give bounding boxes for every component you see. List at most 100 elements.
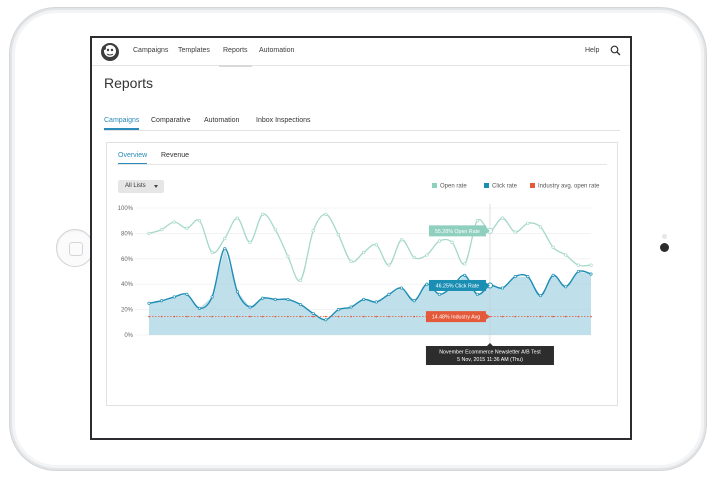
nav-automation[interactable]: Automation (259, 47, 294, 54)
click-rate-point (286, 297, 290, 301)
open-rate-point (210, 250, 214, 255)
mailchimp-logo-icon[interactable] (100, 42, 120, 62)
click-rate-point (551, 273, 555, 277)
sensor-icon (662, 234, 667, 239)
open-rate-point (223, 236, 227, 241)
open-rate-point (362, 250, 366, 255)
report-card: Overview Revenue All Lists Open rate Cli… (106, 142, 618, 406)
campaign-tooltip-pointer (486, 343, 493, 346)
tab-inbox-inspections[interactable]: Inbox Inspections (256, 117, 310, 124)
click-rate-point (324, 318, 328, 322)
click-rate-point (526, 275, 530, 279)
open-rate-point (336, 233, 341, 237)
industry-avg-point (388, 315, 390, 318)
industry-avg-point (160, 315, 163, 318)
industry-avg-point (287, 315, 289, 318)
click-rate-area (149, 248, 591, 335)
camera-icon (660, 243, 669, 252)
industry-avg-point (236, 315, 239, 318)
click-rate-point (197, 306, 202, 310)
industry-avg-point (198, 315, 201, 318)
click-rate-point (311, 311, 315, 315)
click-rate-point (538, 294, 543, 298)
click-rate-point (412, 299, 416, 303)
open-rate-point (349, 259, 353, 263)
click-rate-point (425, 282, 429, 286)
y-tick-label: 20% (121, 308, 134, 314)
search-icon[interactable] (610, 45, 621, 56)
nav-templates[interactable]: Templates (178, 47, 210, 54)
industry-avg-point (186, 315, 188, 318)
click-rate-point (185, 292, 189, 296)
click-rate-point (349, 305, 353, 309)
open-rate-point (589, 263, 593, 267)
click-rate-point (437, 292, 442, 296)
tab-automation[interactable]: Automation (204, 117, 239, 124)
campaign-name-text: November Ecommerce Newsletter A/B Test (439, 350, 541, 356)
click-rate-point (223, 247, 227, 251)
tab-comparative[interactable]: Comparative (151, 117, 191, 124)
click-rate-point (362, 297, 366, 301)
nav-reports[interactable]: Reports (219, 47, 251, 67)
industry-avg-point (552, 315, 554, 318)
open-rate-point (425, 253, 429, 257)
industry-avg-point (413, 315, 416, 318)
click-rate-point (248, 305, 252, 309)
report-tabs: Campaigns Comparative Automation Inbox I… (104, 117, 620, 131)
page-title: Reports (104, 75, 154, 91)
help-link[interactable]: Help (585, 47, 599, 54)
reports-line-chart: 100% 80% 60% 40% 20% 0% 55.28% Open Rate 46.25%… (118, 204, 593, 365)
open-rate-point (450, 240, 454, 244)
industry-avg-point (325, 315, 327, 318)
click-rate-point (589, 272, 593, 276)
click-rate-tooltip-text: 46.25% Click Rate (436, 283, 480, 289)
open-rate-point (500, 216, 505, 220)
click-rate-point (210, 295, 214, 299)
industry-avg-point (590, 315, 592, 318)
open-rate-point (298, 278, 303, 283)
y-tick-label: 80% (121, 231, 134, 237)
industry-avg-point (501, 315, 504, 318)
click-rate-point (564, 285, 568, 289)
open-rate-point (147, 231, 151, 236)
industry-avg-point (274, 315, 277, 318)
y-tick-label: 40% (121, 282, 134, 288)
industry-avg-point (564, 315, 567, 318)
nav-campaigns[interactable]: Campaigns (133, 47, 168, 54)
open-rate-point (286, 254, 290, 258)
open-rate-point (463, 262, 467, 266)
open-rate-point (374, 243, 378, 247)
open-rate-point (475, 219, 479, 223)
click-rate-point (513, 275, 517, 279)
click-rate-point (374, 300, 378, 304)
industry-avg-tooltip-text: 14.48% Industry Avg (432, 315, 481, 321)
app-screen: Campaigns Templates Reports Automation H… (90, 36, 632, 440)
campaign-timestamp-text: 5 Nov, 2015 11:36 AM (Thu) (457, 357, 523, 363)
industry-avg-point (223, 315, 226, 318)
industry-avg-point (514, 315, 517, 318)
open-rate-point (437, 239, 442, 243)
open-rate-point (185, 226, 189, 230)
open-rate-line (148, 213, 592, 282)
open-rate-point (412, 255, 416, 260)
open-rate-point (526, 221, 530, 225)
open-rate-point (399, 238, 404, 242)
open-rate-point (273, 227, 277, 232)
open-rate-point (576, 263, 581, 267)
open-rate-point (513, 230, 517, 234)
click-rate-point (475, 292, 479, 296)
click-rate-point (336, 308, 340, 312)
tab-campaigns[interactable]: Campaigns (104, 117, 140, 130)
open-rate-point (311, 229, 315, 233)
open-rate-point (235, 216, 240, 220)
click-rate-point (235, 290, 239, 294)
open-rate-point (159, 227, 164, 232)
home-button[interactable] (56, 229, 94, 267)
industry-avg-point (261, 315, 264, 318)
click-rate-point (273, 297, 277, 301)
click-rate-point (261, 296, 265, 300)
industry-avg-point (375, 315, 378, 318)
open-rate-point (324, 212, 328, 216)
click-rate-point (463, 273, 467, 277)
click-rate-point (172, 295, 176, 299)
